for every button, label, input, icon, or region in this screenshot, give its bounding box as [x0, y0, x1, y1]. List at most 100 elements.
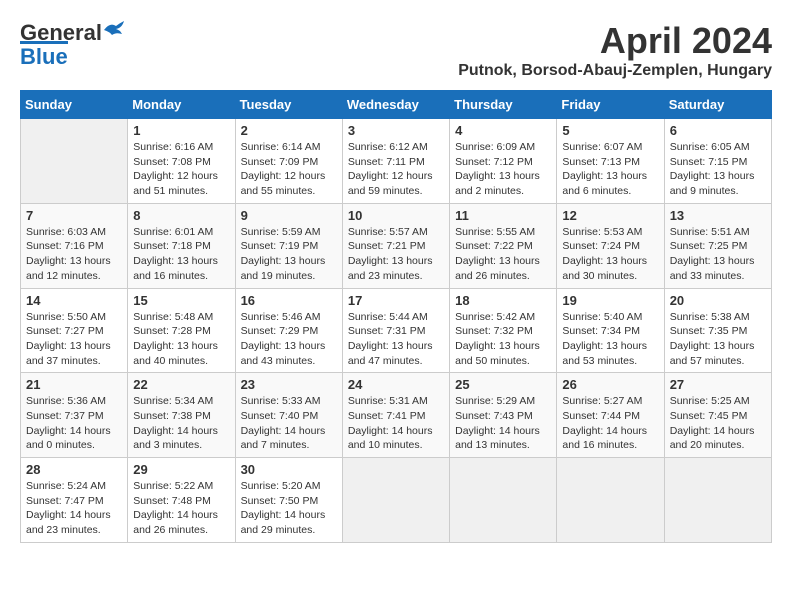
day-info: Sunrise: 5:48 AMSunset: 7:28 PMDaylight:…: [133, 310, 229, 369]
day-info: Sunrise: 5:34 AMSunset: 7:38 PMDaylight:…: [133, 394, 229, 453]
day-info: Sunrise: 5:44 AMSunset: 7:31 PMDaylight:…: [348, 310, 444, 369]
day-info: Sunrise: 5:57 AMSunset: 7:21 PMDaylight:…: [348, 225, 444, 284]
calendar-cell: 3 Sunrise: 6:12 AMSunset: 7:11 PMDaylight…: [342, 119, 449, 204]
calendar-week-1: 1 Sunrise: 6:16 AMSunset: 7:08 PMDaylight…: [21, 119, 772, 204]
day-info: Sunrise: 5:53 AMSunset: 7:24 PMDaylight:…: [562, 225, 658, 284]
calendar-cell: [21, 119, 128, 204]
calendar-cell: 16 Sunrise: 5:46 AMSunset: 7:29 PMDayligh…: [235, 288, 342, 373]
day-number: 16: [241, 293, 337, 308]
day-info: Sunrise: 5:36 AMSunset: 7:37 PMDaylight:…: [26, 394, 122, 453]
calendar-cell: 2 Sunrise: 6:14 AMSunset: 7:09 PMDaylight…: [235, 119, 342, 204]
logo: General Blue: [20, 20, 126, 70]
header-cell-friday: Friday: [557, 91, 664, 119]
calendar-cell: [664, 458, 771, 543]
day-number: 27: [670, 377, 766, 392]
calendar-cell: 4 Sunrise: 6:09 AMSunset: 7:12 PMDaylight…: [450, 119, 557, 204]
day-number: 24: [348, 377, 444, 392]
day-info: Sunrise: 6:09 AMSunset: 7:12 PMDaylight:…: [455, 140, 551, 199]
day-number: 1: [133, 123, 229, 138]
day-number: 15: [133, 293, 229, 308]
day-number: 20: [670, 293, 766, 308]
calendar-week-4: 21 Sunrise: 5:36 AMSunset: 7:37 PMDayligh…: [21, 373, 772, 458]
calendar-cell: 1 Sunrise: 6:16 AMSunset: 7:08 PMDaylight…: [128, 119, 235, 204]
calendar-cell: 26Sunrise: 5:27 AMSunset: 7:44 PMDayligh…: [557, 373, 664, 458]
day-number: 19: [562, 293, 658, 308]
day-info: Sunrise: 5:29 AMSunset: 7:43 PMDaylight:…: [455, 394, 551, 453]
calendar-cell: 23 Sunrise: 5:33 AMSunset: 7:40 PMDayligh…: [235, 373, 342, 458]
day-info: Sunrise: 5:50 AMSunset: 7:27 PMDaylight:…: [26, 310, 122, 369]
calendar-cell: 17 Sunrise: 5:44 AMSunset: 7:31 PMDayligh…: [342, 288, 449, 373]
calendar-cell: 10 Sunrise: 5:57 AMSunset: 7:21 PMDayligh…: [342, 203, 449, 288]
day-number: 17: [348, 293, 444, 308]
day-info: Sunrise: 5:20 AMSunset: 7:50 PMDaylight:…: [241, 479, 337, 538]
calendar-week-3: 14 Sunrise: 5:50 AMSunset: 7:27 PMDayligh…: [21, 288, 772, 373]
day-number: 14: [26, 293, 122, 308]
header-cell-wednesday: Wednesday: [342, 91, 449, 119]
day-number: 23: [241, 377, 337, 392]
day-number: 21: [26, 377, 122, 392]
day-info: Sunrise: 5:38 AMSunset: 7:35 PMDaylight:…: [670, 310, 766, 369]
day-number: 3: [348, 123, 444, 138]
calendar-cell: 9Sunrise: 5:59 AMSunset: 7:19 PMDaylight…: [235, 203, 342, 288]
calendar-cell: 22 Sunrise: 5:34 AMSunset: 7:38 PMDayligh…: [128, 373, 235, 458]
day-number: 2: [241, 123, 337, 138]
day-info: Sunrise: 6:16 AMSunset: 7:08 PMDaylight:…: [133, 140, 229, 199]
calendar-cell: 25Sunrise: 5:29 AMSunset: 7:43 PMDayligh…: [450, 373, 557, 458]
logo-bird-icon: [102, 20, 126, 40]
day-number: 5: [562, 123, 658, 138]
header-cell-monday: Monday: [128, 91, 235, 119]
calendar-cell: 21 Sunrise: 5:36 AMSunset: 7:37 PMDayligh…: [21, 373, 128, 458]
calendar-cell: [450, 458, 557, 543]
day-info: Sunrise: 6:14 AMSunset: 7:09 PMDaylight:…: [241, 140, 337, 199]
day-number: 13: [670, 208, 766, 223]
calendar-cell: 14 Sunrise: 5:50 AMSunset: 7:27 PMDayligh…: [21, 288, 128, 373]
day-info: Sunrise: 5:55 AMSunset: 7:22 PMDaylight:…: [455, 225, 551, 284]
calendar-cell: 6Sunrise: 6:05 AMSunset: 7:15 PMDaylight…: [664, 119, 771, 204]
header-cell-tuesday: Tuesday: [235, 91, 342, 119]
calendar-cell: 5 Sunrise: 6:07 AMSunset: 7:13 PMDaylight…: [557, 119, 664, 204]
title-area: April 2024 Putnok, Borsod-Abauj-Zemplen,…: [458, 20, 772, 80]
day-info: Sunrise: 5:33 AMSunset: 7:40 PMDaylight:…: [241, 394, 337, 453]
calendar-week-5: 28 Sunrise: 5:24 AMSunset: 7:47 PMDayligh…: [21, 458, 772, 543]
calendar-header-row: SundayMondayTuesdayWednesdayThursdayFrid…: [21, 91, 772, 119]
calendar-cell: 20 Sunrise: 5:38 AMSunset: 7:35 PMDayligh…: [664, 288, 771, 373]
day-info: Sunrise: 5:51 AMSunset: 7:25 PMDaylight:…: [670, 225, 766, 284]
calendar-cell: [342, 458, 449, 543]
calendar-table: SundayMondayTuesdayWednesdayThursdayFrid…: [20, 90, 772, 543]
day-number: 4: [455, 123, 551, 138]
day-number: 29: [133, 462, 229, 477]
day-info: Sunrise: 6:07 AMSunset: 7:13 PMDaylight:…: [562, 140, 658, 199]
calendar-cell: 8 Sunrise: 6:01 AMSunset: 7:18 PMDaylight…: [128, 203, 235, 288]
day-number: 8: [133, 208, 229, 223]
day-info: Sunrise: 6:01 AMSunset: 7:18 PMDaylight:…: [133, 225, 229, 284]
calendar-cell: 11 Sunrise: 5:55 AMSunset: 7:22 PMDayligh…: [450, 203, 557, 288]
logo-blue-text: Blue: [20, 41, 68, 70]
day-number: 30: [241, 462, 337, 477]
header: General Blue April 2024 Putnok, Borsod-A…: [20, 20, 772, 80]
day-number: 22: [133, 377, 229, 392]
calendar-cell: 30 Sunrise: 5:20 AMSunset: 7:50 PMDayligh…: [235, 458, 342, 543]
day-number: 7: [26, 208, 122, 223]
day-info: Sunrise: 5:42 AMSunset: 7:32 PMDaylight:…: [455, 310, 551, 369]
calendar-cell: 27 Sunrise: 5:25 AMSunset: 7:45 PMDayligh…: [664, 373, 771, 458]
day-info: Sunrise: 5:24 AMSunset: 7:47 PMDaylight:…: [26, 479, 122, 538]
day-number: 11: [455, 208, 551, 223]
calendar-cell: 24Sunrise: 5:31 AMSunset: 7:41 PMDayligh…: [342, 373, 449, 458]
day-info: Sunrise: 6:05 AMSunset: 7:15 PMDaylight:…: [670, 140, 766, 199]
calendar-cell: 15 Sunrise: 5:48 AMSunset: 7:28 PMDayligh…: [128, 288, 235, 373]
day-info: Sunrise: 5:40 AMSunset: 7:34 PMDaylight:…: [562, 310, 658, 369]
day-number: 28: [26, 462, 122, 477]
calendar-body: 1 Sunrise: 6:16 AMSunset: 7:08 PMDaylight…: [21, 119, 772, 543]
calendar-cell: 12Sunrise: 5:53 AMSunset: 7:24 PMDayligh…: [557, 203, 664, 288]
calendar-week-2: 7Sunrise: 6:03 AMSunset: 7:16 PMDaylight…: [21, 203, 772, 288]
day-info: Sunrise: 5:46 AMSunset: 7:29 PMDaylight:…: [241, 310, 337, 369]
day-info: Sunrise: 6:12 AMSunset: 7:11 PMDaylight:…: [348, 140, 444, 199]
location-title: Putnok, Borsod-Abauj-Zemplen, Hungary: [458, 62, 772, 80]
day-number: 18: [455, 293, 551, 308]
header-cell-thursday: Thursday: [450, 91, 557, 119]
day-number: 10: [348, 208, 444, 223]
day-info: Sunrise: 5:22 AMSunset: 7:48 PMDaylight:…: [133, 479, 229, 538]
day-number: 9: [241, 208, 337, 223]
day-info: Sunrise: 5:27 AMSunset: 7:44 PMDaylight:…: [562, 394, 658, 453]
day-info: Sunrise: 5:25 AMSunset: 7:45 PMDaylight:…: [670, 394, 766, 453]
